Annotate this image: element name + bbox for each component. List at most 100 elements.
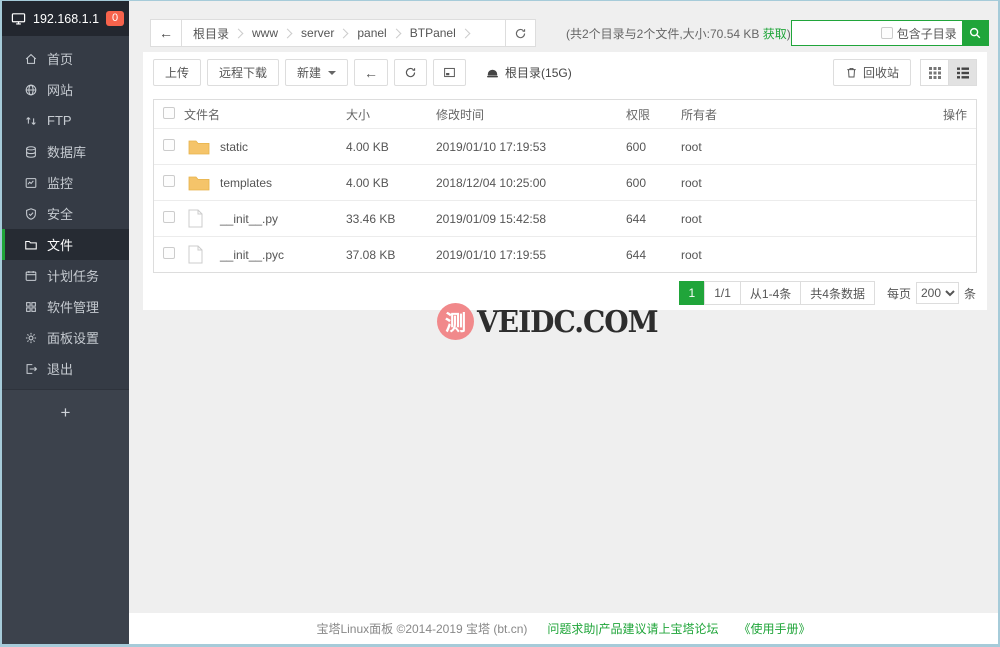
path-back-button[interactable]: ← (151, 20, 182, 46)
sidebar-item-label: 面板设置 (47, 328, 99, 347)
file-mtime: 2019/01/10 17:19:53 (436, 140, 626, 154)
include-subdir-label: 包含子目录 (897, 25, 957, 42)
search-icon (968, 26, 982, 40)
table-row[interactable]: static 4.00 KB 2019/01/10 17:19:53 600 r… (154, 128, 976, 164)
sidebar-item-monitor[interactable]: 监控 (2, 167, 129, 198)
trash-icon (845, 66, 858, 79)
sidebar: 192.168.1.1 0 首页 网站 FTP 数据库 监控 安全 (2, 1, 129, 644)
sidebar-item-ftp[interactable]: FTP (2, 105, 129, 136)
sidebar-item-settings[interactable]: 面板设置 (2, 322, 129, 353)
new-button[interactable]: 新建 (285, 59, 348, 86)
header-owner: 所有者 (681, 106, 930, 123)
row-checkbox[interactable] (163, 247, 175, 259)
disk-label: 根目录(15G) (505, 64, 572, 81)
manual-link[interactable]: 《使用手册》 (739, 620, 811, 637)
file-icon (188, 209, 203, 228)
breadcrumb-panel[interactable]: panel (354, 26, 389, 40)
file-owner: root (681, 248, 930, 262)
header-mtime: 修改时间 (436, 106, 626, 123)
copyright-text: 宝塔Linux面板 ©2014-2019 宝塔 (bt.cn) (316, 620, 527, 637)
disk-selector[interactable]: 根目录(15G) (485, 64, 572, 81)
chart-icon (24, 176, 38, 190)
row-checkbox[interactable] (163, 211, 175, 223)
include-subdir-checkbox[interactable] (881, 27, 893, 39)
folder-icon (188, 174, 210, 191)
file-owner: root (681, 212, 930, 226)
terminal-button[interactable] (433, 59, 466, 86)
breadcrumb-btpanel[interactable]: BTPanel (407, 26, 459, 40)
search-input[interactable] (792, 22, 881, 44)
file-perm: 600 (626, 176, 681, 190)
sidebar-item-files[interactable]: 文件 (2, 229, 129, 260)
server-ip: 192.168.1.1 (33, 12, 99, 26)
search-box: 包含子目录 (791, 20, 989, 46)
chevron-right-icon (460, 28, 470, 38)
page-indicator: 1/1 (704, 281, 741, 305)
refresh-icon (514, 27, 527, 40)
recycle-bin-button[interactable]: 回收站 (833, 59, 911, 86)
row-checkbox[interactable] (163, 175, 175, 187)
file-name[interactable]: __init__.py (220, 212, 346, 226)
file-name[interactable]: templates (220, 176, 346, 190)
file-name[interactable]: __init__.pyc (220, 248, 346, 262)
forum-link[interactable]: 问题求助|产品建议请上宝塔论坛 (547, 620, 718, 637)
page-1-button[interactable]: 1 (679, 281, 706, 305)
file-manager-card: 上传 远程下载 新建 ← 根目录(15G) (143, 52, 987, 310)
page-range: 从1-4条 (740, 281, 801, 305)
sidebar-item-label: 网站 (47, 80, 73, 99)
caret-down-icon (328, 71, 336, 75)
breadcrumb-www[interactable]: www (249, 26, 281, 40)
apps-grid-icon (24, 300, 38, 314)
calc-size-link[interactable]: 获取 (763, 27, 787, 41)
topbar: ← 根目录 www server panel BTPanel (共2个目录与2个… (129, 1, 998, 47)
total-count: 共4条数据 (800, 281, 875, 305)
file-perm: 600 (626, 140, 681, 154)
breadcrumb-root[interactable]: 根目录 (190, 25, 232, 42)
server-header[interactable]: 192.168.1.1 0 (2, 1, 129, 36)
path-refresh-button[interactable] (505, 20, 535, 46)
sidebar-item-label: 安全 (47, 204, 73, 223)
upload-button[interactable]: 上传 (153, 59, 201, 86)
file-owner: root (681, 140, 930, 154)
grid-view-button[interactable] (920, 59, 949, 86)
chevron-right-icon (339, 28, 349, 38)
include-subdir-option[interactable]: 包含子目录 (881, 25, 962, 42)
calendar-icon (24, 269, 38, 283)
header-filename: 文件名 (184, 106, 346, 123)
sidebar-item-home[interactable]: 首页 (2, 43, 129, 74)
per-page-control: 每页 200 条 (887, 282, 976, 304)
list-view-button[interactable] (948, 59, 977, 86)
toolbar: 上传 远程下载 新建 ← 根目录(15G) (153, 58, 977, 86)
sidebar-item-cron[interactable]: 计划任务 (2, 260, 129, 291)
toolbar-right: 回收站 (833, 59, 977, 86)
sidebar-item-website[interactable]: 网站 (2, 74, 129, 105)
sidebar-item-security[interactable]: 安全 (2, 198, 129, 229)
select-all-checkbox[interactable] (163, 107, 175, 119)
back-button[interactable]: ← (354, 59, 388, 86)
table-row[interactable]: __init__.pyc 37.08 KB 2019/01/10 17:19:5… (154, 236, 976, 272)
sidebar-item-software[interactable]: 软件管理 (2, 291, 129, 322)
globe-icon (24, 83, 38, 97)
sidebar-item-logout[interactable]: 退出 (2, 353, 129, 384)
chevron-right-icon (234, 28, 244, 38)
file-name[interactable]: static (220, 140, 346, 154)
header-actions: 操作 (930, 106, 976, 123)
per-page-select[interactable]: 200 (916, 282, 959, 304)
add-shortcut-button[interactable]: + (46, 403, 86, 423)
table-row[interactable]: __init__.py 33.46 KB 2019/01/09 15:42:58… (154, 200, 976, 236)
breadcrumb-server[interactable]: server (298, 26, 337, 40)
per-page-suffix: 条 (964, 285, 976, 302)
table-row[interactable]: templates 4.00 KB 2018/12/04 10:25:00 60… (154, 164, 976, 200)
remote-download-button[interactable]: 远程下载 (207, 59, 279, 86)
sidebar-item-database[interactable]: 数据库 (2, 136, 129, 167)
file-size: 33.46 KB (346, 212, 436, 226)
disk-icon (485, 65, 500, 80)
file-table: 文件名 大小 修改时间 权限 所有者 操作 static 4.00 KB 201… (153, 99, 977, 273)
refresh-button[interactable] (394, 59, 427, 86)
sidebar-item-label: 退出 (47, 359, 73, 378)
message-badge[interactable]: 0 (106, 11, 124, 26)
row-checkbox[interactable] (163, 139, 175, 151)
file-icon (188, 245, 203, 264)
search-button[interactable] (962, 20, 989, 46)
sidebar-item-label: FTP (47, 113, 72, 128)
